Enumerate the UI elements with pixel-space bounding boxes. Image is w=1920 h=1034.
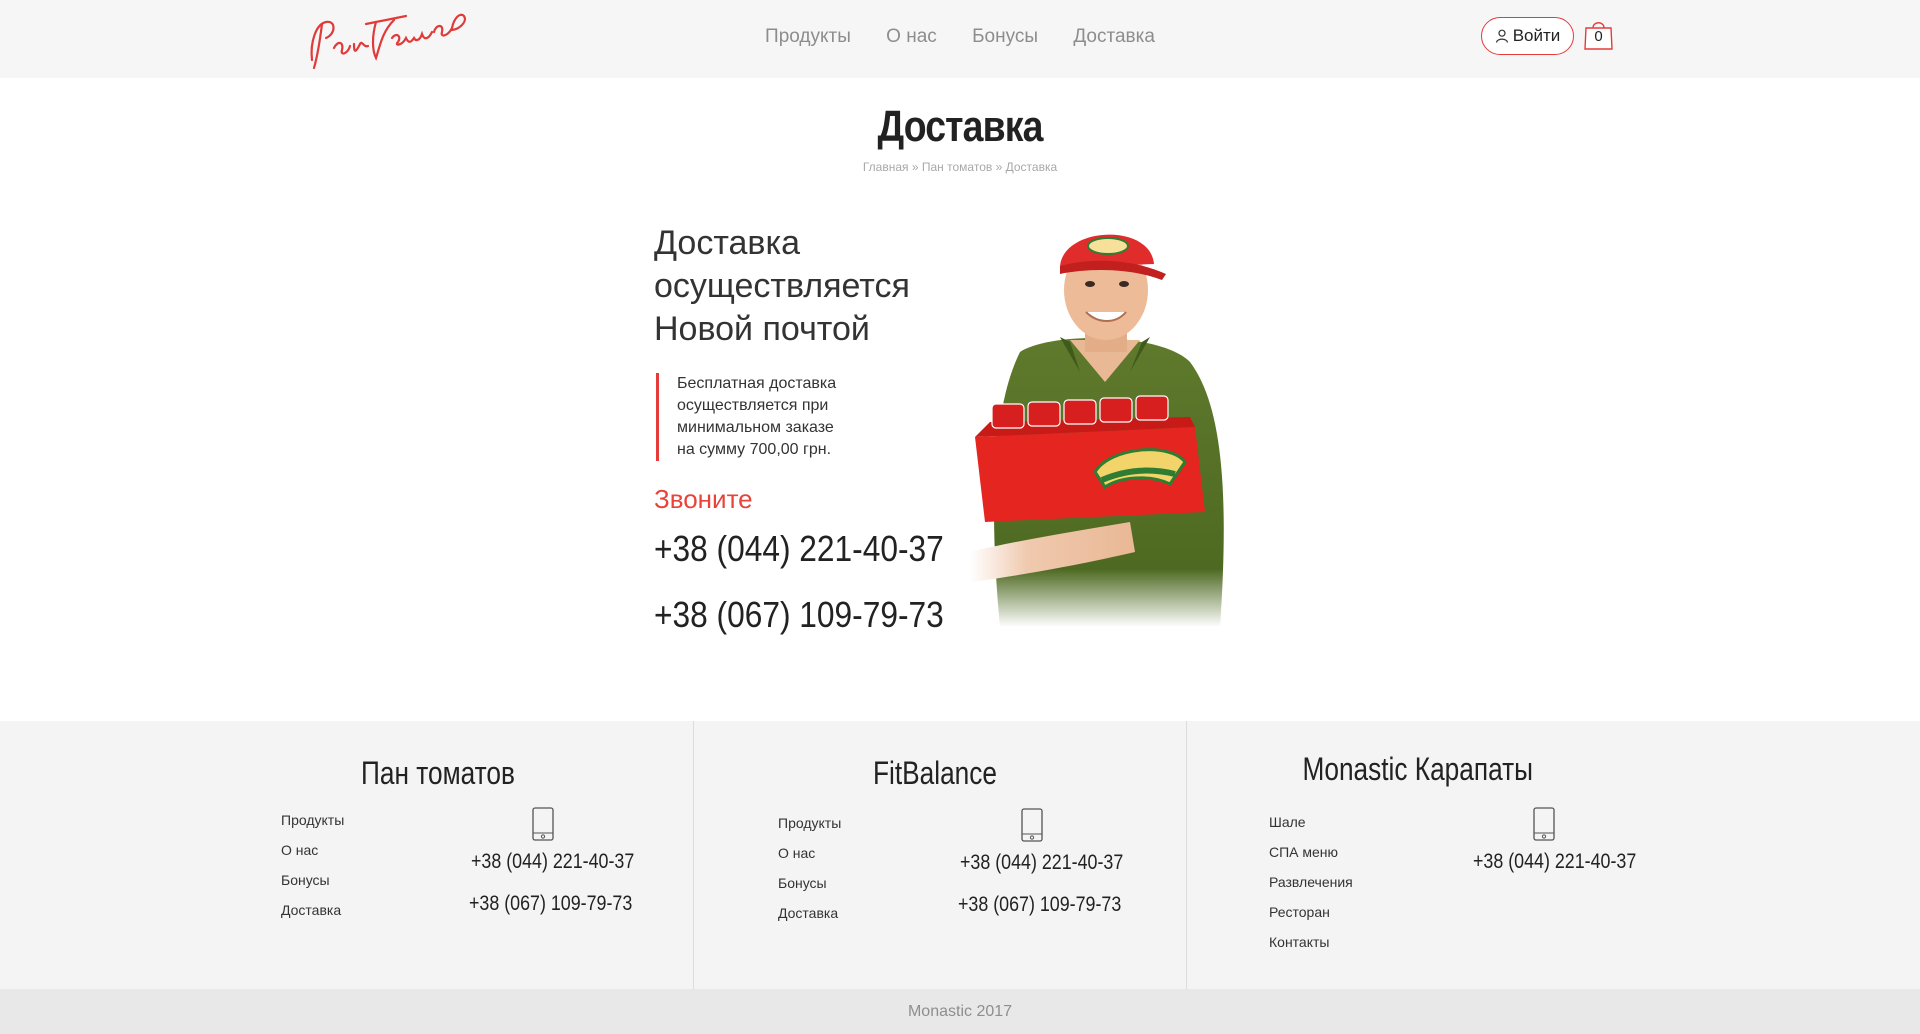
footer-link-delivery[interactable]: Доставка xyxy=(778,905,838,921)
nav-item-products[interactable]: Продукты xyxy=(765,26,851,47)
footer-link-products[interactable]: Продукты xyxy=(778,815,841,831)
delivery-heading: Доставка осуществляется Новой почтой xyxy=(654,222,974,351)
footer-link-contacts[interactable]: Контакты xyxy=(1269,934,1329,950)
main-nav: Продукты О нас Бонусы Доставка xyxy=(0,26,1920,48)
footer-link-chalet[interactable]: Шале xyxy=(1269,814,1306,830)
footer-title: Пан томатов xyxy=(361,755,515,791)
note-line: Бесплатная доставка xyxy=(677,375,837,392)
site-footer: Пан томатов Продукты О нас Бонусы Достав… xyxy=(0,721,1920,989)
mobile-phone-icon xyxy=(1533,807,1555,841)
breadcrumb-section[interactable]: Пан томатов xyxy=(922,160,992,174)
cart-button[interactable]: 0 xyxy=(1584,20,1613,50)
note-line: минимальном заказе xyxy=(677,419,834,436)
note-line: осуществляется при xyxy=(677,397,829,414)
phone-link-primary[interactable]: +38 (044) 221-40-37 xyxy=(654,528,944,570)
breadcrumb-home[interactable]: Главная xyxy=(863,160,909,174)
footer-phone[interactable]: +38 (067) 109-79-73 xyxy=(469,892,632,916)
nav-item-bonuses[interactable]: Бонусы xyxy=(972,26,1038,47)
footer-link-bonuses[interactable]: Бонусы xyxy=(778,875,827,891)
copyright: Monastic 2017 xyxy=(0,989,1920,1034)
breadcrumb-separator: » xyxy=(911,160,922,174)
footer-link-bonuses[interactable]: Бонусы xyxy=(281,872,330,888)
footer-links: Шале СПА меню Развлечения Ресторан Конта… xyxy=(1269,807,1353,957)
footer-links: Продукты О нас Бонусы Доставка xyxy=(281,805,344,925)
login-button[interactable]: Войти xyxy=(1481,17,1574,55)
footer-links: Продукты О нас Бонусы Доставка xyxy=(778,808,841,928)
footer-title: FitBalance xyxy=(873,755,997,791)
breadcrumb-current: Доставка xyxy=(1005,160,1058,174)
footer-phone[interactable]: +38 (044) 221-40-37 xyxy=(960,851,1123,875)
user-icon xyxy=(1495,29,1508,43)
breadcrumb: Главная » Пан томатов » Доставка xyxy=(0,160,1920,174)
footer-link-delivery[interactable]: Доставка xyxy=(281,902,341,918)
phone-link-secondary[interactable]: +38 (067) 109-79-73 xyxy=(654,594,944,636)
footer-link-about[interactable]: О нас xyxy=(778,845,815,861)
footer-column-fitbalance: FitBalance Продукты О нас Бонусы Доставк… xyxy=(695,721,1187,989)
heading-line: Новой почтой xyxy=(654,310,870,348)
footer-link-products[interactable]: Продукты xyxy=(281,812,344,828)
footer-link-about[interactable]: О нас xyxy=(281,842,318,858)
mobile-phone-icon xyxy=(532,807,554,841)
breadcrumb-separator: » xyxy=(995,160,1006,174)
nav-item-about[interactable]: О нас xyxy=(886,26,937,47)
courier-with-box-image xyxy=(970,234,1224,627)
site-header: Продукты О нас Бонусы Доставка Войти 0 xyxy=(0,0,1920,78)
footer-link-entertainment[interactable]: Развлечения xyxy=(1269,874,1353,890)
cart-count: 0 xyxy=(1594,28,1603,45)
footer-link-spa-menu[interactable]: СПА меню xyxy=(1269,844,1338,860)
call-label: Звоните xyxy=(654,484,753,514)
heading-line: осуществляется xyxy=(654,267,910,305)
footer-link-restaurant[interactable]: Ресторан xyxy=(1269,904,1330,920)
footer-phone[interactable]: +38 (067) 109-79-73 xyxy=(958,893,1121,917)
note-line: на сумму 700,00 грн. xyxy=(677,441,832,458)
footer-column-pan-tomatov: Пан томатов Продукты О нас Бонусы Достав… xyxy=(0,721,694,989)
login-label: Войти xyxy=(1512,26,1561,45)
page-title: Доставка xyxy=(877,102,1043,151)
nav-item-delivery[interactable]: Доставка xyxy=(1073,26,1155,47)
mobile-phone-icon xyxy=(1021,808,1043,842)
footer-phone[interactable]: +38 (044) 221-40-37 xyxy=(1473,850,1636,874)
footer-phone[interactable]: +38 (044) 221-40-37 xyxy=(471,850,634,874)
footer-column-monastic: Monastic Карапаты Шале СПА меню Развлече… xyxy=(1188,721,1920,989)
footer-title: Monastic Карапаты xyxy=(1302,751,1533,787)
heading-line: Доставка xyxy=(654,224,801,262)
free-delivery-note: Бесплатная доставка осуществляется при м… xyxy=(656,373,856,461)
